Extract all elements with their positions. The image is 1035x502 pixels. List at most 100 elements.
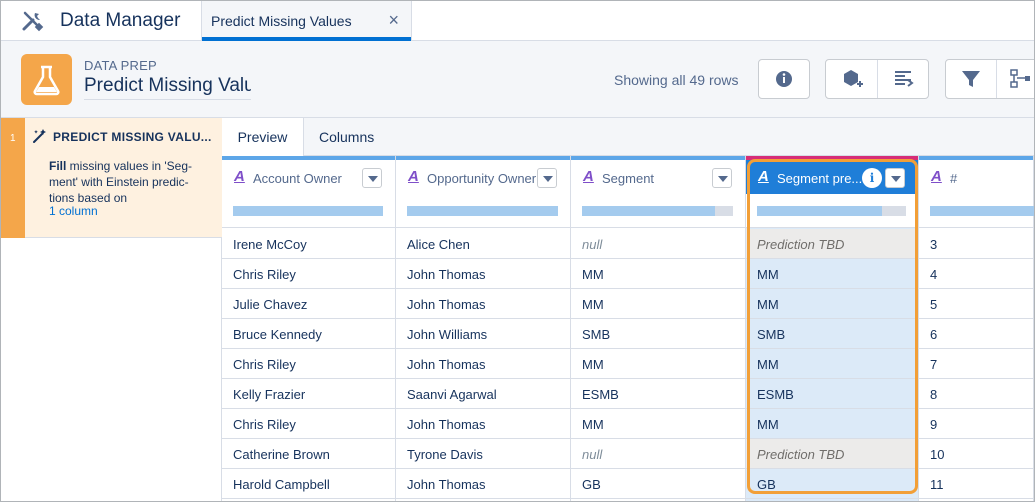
flask-icon <box>21 54 72 105</box>
column-quality-bar <box>396 194 570 228</box>
table-cell[interactable]: Chris Riley <box>222 259 395 289</box>
column-quality-bar <box>222 194 395 228</box>
column-5[interactable]: A #3 4 5 6 7 8 9 10 11 <box>919 156 1034 501</box>
table-cell[interactable]: MM <box>746 409 918 439</box>
close-icon[interactable]: × <box>388 10 399 31</box>
flow-button-group <box>945 59 1035 99</box>
table-cell[interactable]: null <box>571 229 745 259</box>
column-4[interactable]: A Segment pre... i Prediction TBD MM MM SMB MM E… <box>746 156 919 501</box>
table-cell[interactable]: Julie Chavez <box>222 289 395 319</box>
column-header-label: Account Owner <box>253 171 342 186</box>
tools-icon[interactable] <box>21 9 45 33</box>
column-header-label: Segment <box>602 171 655 186</box>
table-cell[interactable]: 9 <box>919 409 1033 439</box>
table-cell[interactable]: Harold Campbell <box>222 469 395 499</box>
step-desc-bold: Fill <box>49 159 67 173</box>
table-cell[interactable]: GB <box>746 469 918 499</box>
flow-icon[interactable] <box>997 60 1035 98</box>
step-card-predict-missing-values[interactable]: 1 PREDICT MISSING VALU... Fill missing v… <box>1 118 222 238</box>
column-header[interactable]: A Account Owner <box>222 156 395 194</box>
table-cell[interactable]: John Thomas <box>396 349 570 379</box>
table-cell[interactable]: Chris Riley <box>222 409 395 439</box>
table-cell[interactable]: GB <box>571 469 745 499</box>
table-cell[interactable]: MM <box>571 259 745 289</box>
table-cell[interactable]: Irene McCoy <box>222 229 395 259</box>
app-frame: Data Manager Predict Missing Values × DA… <box>0 0 1035 502</box>
table-cell[interactable]: John Thomas <box>396 259 570 289</box>
table-cell[interactable]: SMB <box>571 319 745 349</box>
app-title: Data Manager <box>60 10 181 31</box>
table-cell[interactable]: Alice Chen <box>396 229 570 259</box>
text-type-icon: A <box>758 168 769 185</box>
info-button[interactable] <box>758 59 810 99</box>
table-cell[interactable]: SMB <box>746 319 918 349</box>
recipe-name[interactable]: Predict Missing Valu <box>84 75 251 100</box>
tab-label: Predict Missing Values <box>211 13 352 29</box>
table-cell[interactable]: null <box>571 439 745 469</box>
info-icon <box>776 71 792 87</box>
step-description: Fill missing values in 'Seg-ment' with E… <box>49 158 209 206</box>
table-cell[interactable]: Tyrone Davis <box>396 439 570 469</box>
table-cell[interactable]: Catherine Brown <box>222 439 395 469</box>
column-header-label: Segment pre... <box>777 171 863 186</box>
table-cell[interactable]: ESMB <box>746 379 918 409</box>
table-cell[interactable]: Prediction TBD <box>746 439 918 469</box>
table-cell[interactable]: Chris Riley <box>222 349 395 379</box>
column-menu-dropdown[interactable] <box>712 168 732 188</box>
column-header[interactable]: A # <box>919 156 1033 194</box>
column-3[interactable]: A Segment null MM MM SMB MM ESMB MM null GB <box>571 156 746 501</box>
column-menu-dropdown[interactable] <box>362 168 382 188</box>
tab-predict-missing-values[interactable]: Predict Missing Values × <box>201 1 412 41</box>
text-type-icon: A <box>583 168 594 185</box>
table-cell[interactable]: 7 <box>919 349 1033 379</box>
table-cell[interactable]: 6 <box>919 319 1033 349</box>
node-button-group <box>825 59 929 99</box>
add-node-icon[interactable] <box>826 60 877 98</box>
step-desc-text: missing values in 'Seg-ment' with Einste… <box>49 159 193 205</box>
table-cell[interactable]: MM <box>746 349 918 379</box>
column-menu-dropdown[interactable] <box>885 168 905 188</box>
transform-icon[interactable] <box>878 60 929 98</box>
filter-icon[interactable] <box>946 60 996 98</box>
table-cell[interactable]: Saanvi Agarwal <box>396 379 570 409</box>
column-quality-bar <box>746 194 918 228</box>
column-quality-bar <box>571 194 745 228</box>
column-header[interactable]: A Opportunity Owner <box>396 156 570 194</box>
column-header[interactable]: A Segment pre... i <box>746 156 918 194</box>
column-header-label: # <box>950 171 958 186</box>
app-bar: Data Manager Predict Missing Values × <box>1 1 1034 41</box>
table-cell[interactable]: MM <box>746 259 918 289</box>
table-cell[interactable]: Prediction TBD <box>746 229 918 259</box>
table-cell[interactable]: MM <box>571 409 745 439</box>
table-cell[interactable]: MM <box>746 289 918 319</box>
header-eyebrow: DATA PREP <box>84 58 157 73</box>
info-icon[interactable]: i <box>862 168 882 188</box>
table-cell[interactable]: 3 <box>919 229 1033 259</box>
table-cell[interactable]: John Thomas <box>396 289 570 319</box>
text-type-icon: A <box>234 168 245 185</box>
text-type-icon: A <box>931 168 942 185</box>
table-cell[interactable]: 8 <box>919 379 1033 409</box>
table-cell[interactable]: John Thomas <box>396 469 570 499</box>
table-cell[interactable]: ESMB <box>571 379 745 409</box>
tab-preview[interactable]: Preview <box>222 118 304 156</box>
column-1[interactable]: A Account Owner Irene McCoy Chris Riley Juli… <box>222 156 396 501</box>
table-cell[interactable]: John Williams <box>396 319 570 349</box>
table-cell[interactable]: MM <box>571 289 745 319</box>
step-columns-link[interactable]: 1 column <box>49 204 98 218</box>
tab-columns[interactable]: Columns <box>319 118 374 156</box>
table-cell[interactable]: MM <box>571 349 745 379</box>
table-cell[interactable]: Bruce Kennedy <box>222 319 395 349</box>
table-cell[interactable]: John Thomas <box>396 409 570 439</box>
column-header[interactable]: A Segment <box>571 156 745 194</box>
column-2[interactable]: A Opportunity Owner Alice Chen John Thomas J… <box>396 156 571 501</box>
table-cell[interactable]: 4 <box>919 259 1033 289</box>
recipe-header: DATA PREP Predict Missing Valu Showing a… <box>1 41 1034 118</box>
table-cell[interactable]: 11 <box>919 469 1033 499</box>
step-number: 1 <box>1 118 25 238</box>
table-cell[interactable]: Kelly Frazier <box>222 379 395 409</box>
steps-panel: 1 PREDICT MISSING VALU... Fill missing v… <box>1 118 222 501</box>
column-menu-dropdown[interactable] <box>537 168 557 188</box>
table-cell[interactable]: 10 <box>919 439 1033 469</box>
table-cell[interactable]: 5 <box>919 289 1033 319</box>
